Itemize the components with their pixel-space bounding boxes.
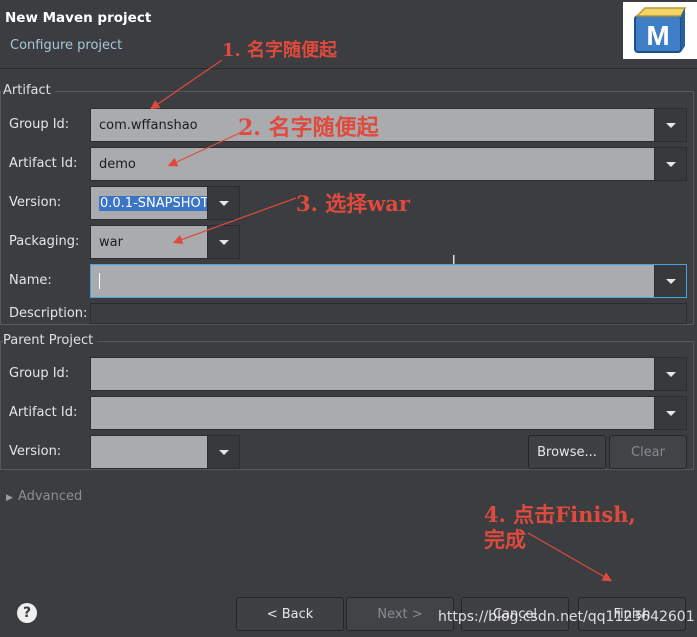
text-cursor-icon: I bbox=[452, 253, 456, 267]
arrow-4 bbox=[527, 532, 613, 582]
annotation-arrows bbox=[150, 59, 613, 582]
arrow-2 bbox=[167, 131, 243, 167]
arrow-1 bbox=[150, 59, 223, 110]
arrow-3 bbox=[172, 197, 297, 245]
watermark-text: https://blog.csdn.net/qq1123642601 bbox=[438, 609, 695, 625]
